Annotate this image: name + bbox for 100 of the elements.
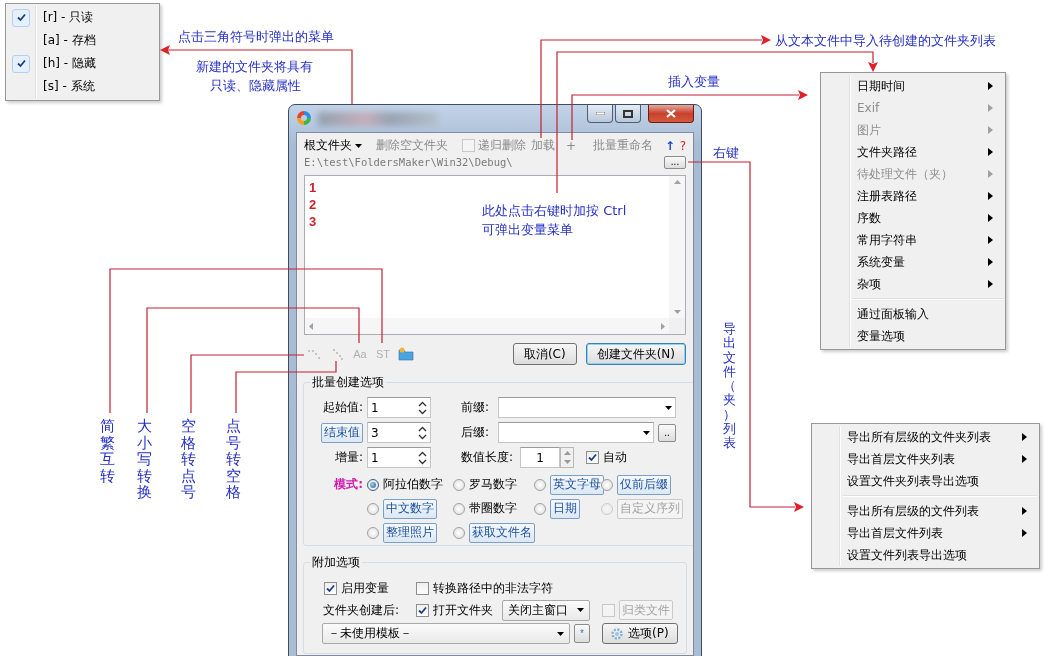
more-button[interactable]: .. [658, 423, 676, 442]
menu-item[interactable]: 日期时间 [823, 75, 1003, 97]
template-dropdown[interactable]: －未使用模板－ [322, 623, 570, 644]
radio-button[interactable] [367, 526, 379, 539]
menu-item[interactable]: [h] - 隐藏 [8, 52, 157, 75]
checkbox-label: 自动 [603, 449, 627, 466]
group-title: 附加选项 [311, 554, 361, 571]
close-icon [666, 109, 676, 118]
minimize-icon [595, 112, 605, 115]
menu-item[interactable]: 设置文件夹列表导出选项 [814, 470, 1037, 492]
radio-label: 罗马数字 [469, 476, 517, 493]
horizontal-scrollbar[interactable] [305, 318, 669, 334]
scroll-down-icon [673, 310, 681, 314]
mode-button[interactable]: 日期 [550, 498, 580, 519]
number-field[interactable]: 1 [520, 447, 560, 468]
menu-item[interactable]: 杂项 [823, 273, 1003, 295]
help-button[interactable]: ? [676, 138, 690, 153]
radio-button[interactable] [367, 478, 379, 491]
number-field[interactable]: 1 [367, 447, 431, 468]
annotation-note: 新建的文件夹将具有 [196, 58, 313, 76]
spinner-icon[interactable] [418, 400, 427, 415]
menu-item[interactable]: 变量选项 [823, 325, 1003, 347]
radio-button[interactable] [367, 502, 379, 515]
menu-item[interactable]: 导出首层文件夹列表 [814, 448, 1037, 470]
radio-button[interactable] [453, 502, 465, 515]
list-line: 1 [309, 179, 317, 196]
updown-control[interactable] [560, 447, 574, 468]
combo-field[interactable] [498, 397, 676, 418]
menu-item[interactable]: 通过面板输入 [823, 303, 1003, 325]
radio-button[interactable] [534, 502, 546, 515]
menu-item[interactable]: 导出首层文件列表 [814, 522, 1037, 544]
field-label: 增量: [333, 449, 363, 466]
vertical-note: 导出文件（夹）列表 [722, 322, 738, 451]
list-line: 3 [309, 213, 317, 230]
caret-icon [577, 608, 584, 612]
primary-button[interactable]: 创建文件夹(N) [585, 343, 686, 365]
menu-item[interactable]: 系统变量 [823, 251, 1003, 273]
menu-item[interactable]: 常用字符串 [823, 229, 1003, 251]
down-arrow-icon [561, 457, 573, 467]
radio-label: 阿拉伯数字 [383, 476, 443, 493]
browse-button[interactable]: ... [664, 155, 686, 169]
menu-item[interactable]: 注册表路径 [823, 185, 1003, 207]
vertical-note: 大小写转换 [135, 418, 153, 501]
end-value-button[interactable]: 结束值 [321, 422, 363, 443]
menu-item[interactable]: 设置文件列表导出选项 [814, 544, 1037, 566]
annotation-note: 此处点击右键时加按 Ctrl [482, 202, 627, 220]
caret-icon [665, 405, 672, 410]
checkbox[interactable] [416, 603, 429, 617]
scrollbar-corner [669, 318, 685, 334]
mode-button[interactable]: 中文数字 [383, 498, 437, 519]
close-button[interactable] [648, 105, 694, 123]
mode-button[interactable]: 获取文件名 [469, 522, 535, 543]
menu-item[interactable]: 导出所有层级的文件夹列表 [814, 426, 1037, 448]
folder-icon[interactable] [398, 346, 414, 362]
swirl-icon [296, 110, 312, 126]
menu-item[interactable]: [r] - 只读 [8, 6, 157, 29]
menu-item[interactable]: [a] - 存档 [8, 29, 157, 52]
checkbox[interactable] [324, 581, 337, 595]
checkbox-label: 递归删除 [478, 137, 526, 154]
radio-button[interactable] [453, 526, 465, 539]
mode-button[interactable]: 仅前后缀 [617, 474, 671, 495]
mode-button[interactable]: 英文字母 [550, 474, 604, 495]
maximize-button[interactable] [615, 105, 641, 123]
mode-button[interactable]: 整理照片 [383, 522, 437, 543]
scroll-left-icon [309, 322, 313, 330]
menu-item[interactable]: [s] - 系统 [8, 75, 157, 98]
checkbox-label: 打开文件夹 [433, 601, 493, 619]
field-label: 起始值: [321, 399, 363, 416]
vertical-note: 点号转空格 [224, 418, 242, 501]
vertical-scrollbar[interactable] [669, 176, 685, 318]
minimize-button[interactable] [587, 105, 613, 123]
dropdown-menu-button[interactable]: 根文件夹 [304, 137, 362, 154]
menu-item[interactable]: 导出所有层级的文件列表 [814, 500, 1037, 522]
path-text: E:\test\FoldersMaker\Win32\Debug\ [304, 156, 514, 168]
menu-item[interactable]: 序数 [823, 207, 1003, 229]
field-label: 文件夹创建后: [323, 601, 401, 619]
maximize-icon [623, 109, 633, 118]
options-button[interactable]: 选项(P) [602, 623, 678, 644]
up-arrow-icon [561, 448, 573, 458]
group-title: 批量创建选项 [311, 374, 385, 391]
menu-item[interactable]: 文件夹路径 [823, 141, 1003, 163]
spinner-icon[interactable] [418, 425, 427, 440]
radio-button[interactable] [453, 478, 465, 491]
mode-label: 模式: [333, 476, 363, 493]
star-button[interactable]: * [574, 624, 590, 643]
number-field[interactable]: 1 [367, 397, 431, 418]
caret-icon [355, 143, 362, 148]
checkbox[interactable] [586, 451, 599, 464]
list-line: 2 [309, 196, 317, 213]
combo-field[interactable] [498, 422, 654, 443]
gear-icon [611, 627, 623, 640]
cancel-button[interactable]: 取消(C) [512, 343, 577, 365]
field-label: 后缀: [461, 424, 491, 441]
annotation-note: 插入变量 [668, 73, 720, 91]
dropdown[interactable]: 关闭主窗口 [502, 599, 590, 621]
checkbox[interactable] [416, 581, 429, 595]
number-field[interactable]: 3 [367, 422, 431, 443]
radio-button[interactable] [534, 478, 546, 491]
up-arrow-button[interactable]: ↑ [664, 138, 676, 153]
spinner-icon[interactable] [418, 450, 427, 465]
